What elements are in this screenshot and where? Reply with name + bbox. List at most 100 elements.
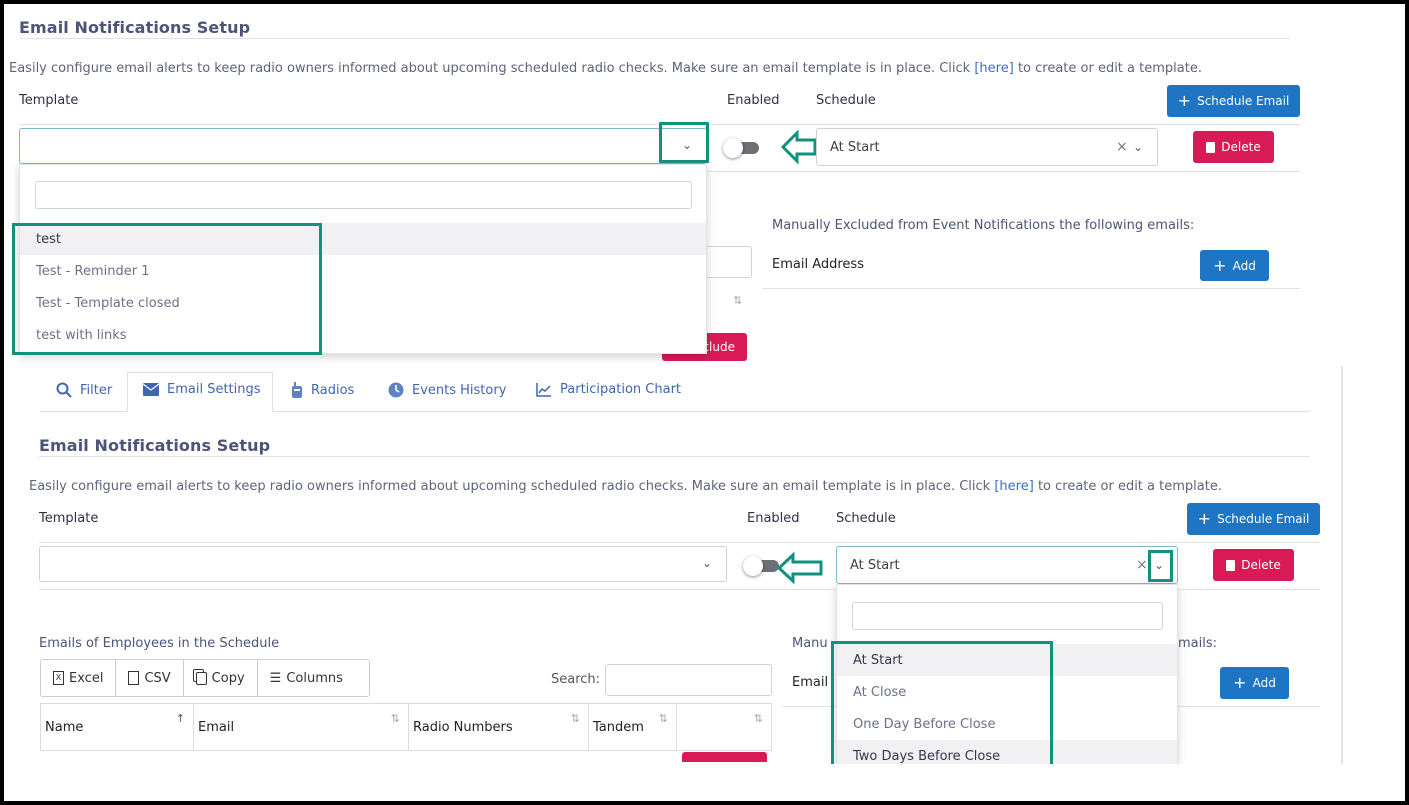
tab-email-settings-content[interactable]: Email Settings <box>143 382 261 397</box>
column-header-email[interactable]: Email ⇅ <box>194 704 409 750</box>
search-input-partial[interactable] <box>700 246 752 278</box>
csv-file-icon <box>128 671 140 685</box>
tab-label: Filter <box>80 382 113 398</box>
chevron-down-icon[interactable]: ⌄ <box>702 556 712 570</box>
export-toolbar: X Excel CSV Copy ☰ Columns <box>40 659 370 697</box>
options-highlight-box <box>831 641 1053 768</box>
clear-icon[interactable]: × <box>1116 139 1128 155</box>
tab-label: Events History <box>412 382 507 398</box>
toggle-knob <box>743 556 763 576</box>
excel-button[interactable]: X Excel <box>41 660 117 696</box>
add-label: Add <box>1252 676 1276 690</box>
template-link[interactable]: [here] <box>994 479 1033 494</box>
trash-icon <box>1206 141 1216 153</box>
template-column-label: Template <box>19 93 79 108</box>
row-action-button[interactable] <box>682 752 767 762</box>
header-label: Radio Numbers <box>413 719 513 735</box>
trash-icon <box>1226 559 1236 571</box>
schedule-email-label: Schedule Email <box>1197 94 1290 108</box>
plus-icon: + <box>1233 673 1247 692</box>
search-icon <box>56 382 72 398</box>
column-header-radio-numbers[interactable]: Radio Numbers ⇅ <box>409 704 589 750</box>
search-label: Search: <box>551 672 601 687</box>
info-suffix: to create or edit a template. <box>1037 479 1222 494</box>
delete-button[interactable]: Delete <box>1213 549 1294 581</box>
tab-label: Email Settings <box>167 382 261 397</box>
template-link[interactable]: [here] <box>974 61 1013 76</box>
info-text: Easily configure email alerts to keep ra… <box>29 479 1222 494</box>
sort-icon[interactable]: ⇅ <box>391 712 400 725</box>
schedule-email-button[interactable]: + Schedule Email <box>1167 85 1300 117</box>
dropdown-search-input[interactable] <box>852 602 1163 630</box>
title-divider <box>39 456 1310 457</box>
column-header-name[interactable]: Name ↑ <box>40 704 194 750</box>
columns-button[interactable]: ☰ Columns <box>258 660 355 696</box>
radio-icon <box>292 382 302 398</box>
excluded-title: Manually Excluded from Event Notificatio… <box>772 218 1195 233</box>
sort-icon[interactable]: ⇅ <box>733 294 742 307</box>
sort-asc-icon[interactable]: ↑ <box>176 712 185 725</box>
annotation-arrow-icon <box>776 551 823 585</box>
employees-label: Emails of Employees in the Schedule <box>39 636 280 651</box>
row-divider <box>39 589 836 590</box>
tab-label: Participation Chart <box>560 382 682 397</box>
excel-label: Excel <box>69 670 104 686</box>
columns-label: Columns <box>286 670 343 686</box>
tab-radios[interactable]: Radios <box>291 382 354 398</box>
add-excluded-button[interactable]: + Add <box>1220 667 1289 699</box>
copy-button[interactable]: Copy <box>184 660 258 696</box>
header-divider <box>39 542 1320 543</box>
info-text: Easily configure email alerts to keep ra… <box>9 61 1202 76</box>
template-select[interactable] <box>39 546 727 582</box>
csv-button[interactable]: CSV <box>116 660 184 696</box>
plus-icon: + <box>1177 91 1192 110</box>
section-title: Email Notifications Setup <box>39 436 271 455</box>
tab-events-history[interactable]: Events History <box>388 382 506 398</box>
tab-participation-chart[interactable]: Participation Chart <box>536 382 681 397</box>
list-icon: ☰ <box>269 670 282 686</box>
sort-icon[interactable]: ⇅ <box>754 712 763 725</box>
info-prefix: Easily configure email alerts to keep ra… <box>29 479 991 494</box>
schedule-email-label: Schedule Email <box>1217 512 1310 526</box>
table-search-input[interactable] <box>605 664 772 696</box>
clock-icon <box>388 382 404 398</box>
row-divider <box>1178 589 1320 590</box>
tab-label: Radios <box>311 382 355 398</box>
csv-label: CSV <box>144 670 171 686</box>
schedule-value: At Start <box>850 558 900 573</box>
envelope-icon <box>143 383 159 396</box>
column-header-actions[interactable]: ⇅ <box>677 704 772 750</box>
schedule-email-button[interactable]: + Schedule Email <box>1187 503 1320 535</box>
copy-icon <box>195 671 207 685</box>
add-label: Add <box>1232 258 1256 273</box>
header-label: Name <box>45 719 84 735</box>
dropdown-search-input[interactable] <box>35 181 692 209</box>
enabled-column-label: Enabled <box>727 93 780 108</box>
delete-label: Delete <box>1221 140 1261 154</box>
email-address-label: Email <box>792 675 829 690</box>
line-chart-icon <box>536 382 551 397</box>
tab-filter[interactable]: Filter <box>56 382 112 398</box>
email-address-label: Email Address <box>772 257 864 272</box>
delete-button[interactable]: Delete <box>1193 131 1274 163</box>
plus-icon: + <box>1213 255 1227 275</box>
sort-icon[interactable]: ⇅ <box>659 712 668 725</box>
schedule-column-label: Schedule <box>816 93 876 108</box>
row-divider <box>707 171 1300 172</box>
enabled-column-label: Enabled <box>747 511 800 526</box>
exclude-label: clude <box>702 340 735 354</box>
add-excluded-button[interactable]: + Add <box>1200 250 1269 281</box>
column-header-tandem[interactable]: Tandem ⇅ <box>589 704 677 750</box>
info-prefix: Easily configure email alerts to keep ra… <box>9 61 971 76</box>
toggle-knob <box>723 138 743 158</box>
header-label: Tandem <box>593 719 644 735</box>
copy-label: Copy <box>211 670 245 686</box>
excluded-title-fragment: Manu <box>792 636 828 651</box>
clear-icon[interactable]: × <box>1136 557 1148 573</box>
template-select[interactable] <box>19 128 707 164</box>
header-label: Email <box>198 719 235 735</box>
delete-label: Delete <box>1241 558 1281 572</box>
sort-icon[interactable]: ⇅ <box>571 712 580 725</box>
chevron-down-icon[interactable]: ⌄ <box>1133 140 1143 154</box>
title-divider <box>19 38 1290 39</box>
